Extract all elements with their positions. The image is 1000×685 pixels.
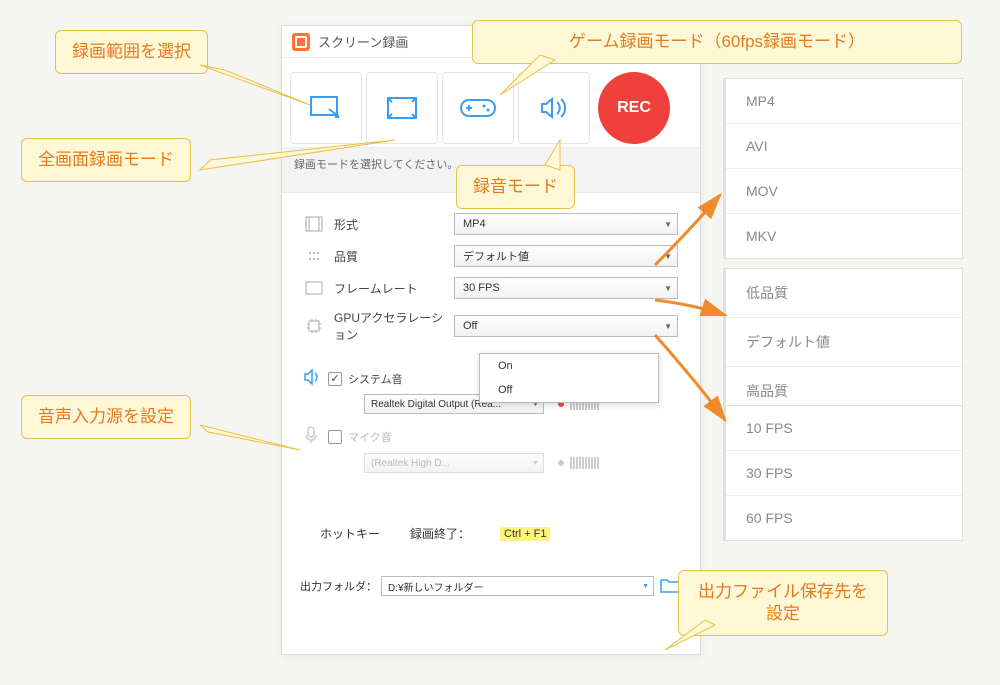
mic-device-select[interactable]: (Realtek High D...: [364, 453, 544, 473]
gamepad-icon: [461, 97, 495, 119]
format-label: 形式: [334, 216, 454, 233]
framerate-label: フレームレート: [334, 280, 454, 297]
framerate-icon: [304, 280, 324, 296]
hotkey-value[interactable]: Ctrl + F1: [500, 527, 550, 541]
callout-output: 出力ファイル保存先を設定: [678, 570, 888, 636]
hotkey-stop-label: 録画終了：: [410, 525, 500, 542]
mode-audio-button[interactable]: [518, 72, 590, 144]
gpu-option-on[interactable]: On: [480, 354, 658, 378]
output-row: 出力フォルダ： D:¥新しいフォルダー: [282, 552, 700, 606]
app-icon: [292, 33, 310, 51]
mic-level-bars: [570, 457, 599, 469]
callout-game: ゲーム録画モード（60fps録画モード）: [472, 20, 962, 64]
window-title: スクリーン録画: [318, 32, 408, 51]
video-settings: 形式 MP4 品質 デフォルト値 フレームレート 30 FPS GPUアクセラレ…: [282, 193, 700, 363]
mode-bar: REC: [282, 58, 700, 148]
fps-option[interactable]: 30 FPS: [726, 451, 962, 496]
format-option[interactable]: MOV: [726, 169, 962, 214]
gpu-option-off[interactable]: Off: [480, 378, 658, 402]
fps-options-panel: 10 FPS 30 FPS 60 FPS: [723, 405, 963, 541]
format-option[interactable]: AVI: [726, 124, 962, 169]
format-option[interactable]: MP4: [726, 79, 962, 124]
fps-option[interactable]: 10 FPS: [726, 406, 962, 451]
system-audio-checkbox[interactable]: [328, 372, 342, 386]
fps-option[interactable]: 60 FPS: [726, 496, 962, 540]
system-speaker-icon: [304, 369, 328, 388]
format-options-panel: MP4 AVI MOV MKV: [723, 78, 963, 259]
mic-audio-checkbox[interactable]: [328, 430, 342, 444]
callout-region: 録画範囲を選択: [55, 30, 208, 74]
hotkey-label: ホットキー: [320, 525, 410, 542]
callout-audio-mode: 録音モード: [456, 165, 575, 209]
framerate-select[interactable]: 30 FPS: [454, 277, 678, 299]
mic-audio-label: マイク音: [348, 429, 392, 445]
region-icon: [309, 95, 343, 121]
mode-region-button[interactable]: [290, 72, 362, 144]
record-button[interactable]: REC: [598, 72, 670, 144]
mic-icon: [304, 426, 328, 447]
quality-label: 品質: [334, 248, 454, 265]
mode-fullscreen-button[interactable]: [366, 72, 438, 144]
callout-fullscreen: 全画面録画モード: [21, 138, 191, 182]
system-audio-label: システム音: [348, 371, 403, 387]
mode-game-button[interactable]: [442, 72, 514, 144]
app-window: スクリーン録画: [281, 25, 701, 655]
quality-options-panel: 低品質 デフォルト値 高品質: [723, 268, 963, 416]
quality-select[interactable]: デフォルト値: [454, 245, 678, 267]
fullscreen-icon: [387, 97, 417, 119]
gpu-label: GPUアクセラレーション: [334, 309, 454, 343]
output-label: 出力フォルダ：: [300, 578, 377, 594]
quality-option[interactable]: デフォルト値: [726, 318, 962, 367]
quality-option[interactable]: 低品質: [726, 269, 962, 318]
format-option[interactable]: MKV: [726, 214, 962, 258]
quality-icon: [304, 248, 324, 264]
gpu-select[interactable]: Off: [454, 315, 678, 337]
gpu-icon: [304, 318, 324, 334]
format-icon: [304, 216, 324, 232]
callout-audio-src: 音声入力源を設定: [21, 395, 191, 439]
speaker-icon: [540, 96, 568, 120]
record-label: REC: [617, 99, 651, 117]
hotkey-row: ホットキー 録画終了： Ctrl + F1: [282, 495, 700, 552]
format-select[interactable]: MP4: [454, 213, 678, 235]
output-path-field[interactable]: D:¥新しいフォルダー: [381, 576, 654, 596]
mic-level-indicator: [558, 460, 564, 466]
gpu-dropdown-list: On Off: [479, 353, 659, 403]
